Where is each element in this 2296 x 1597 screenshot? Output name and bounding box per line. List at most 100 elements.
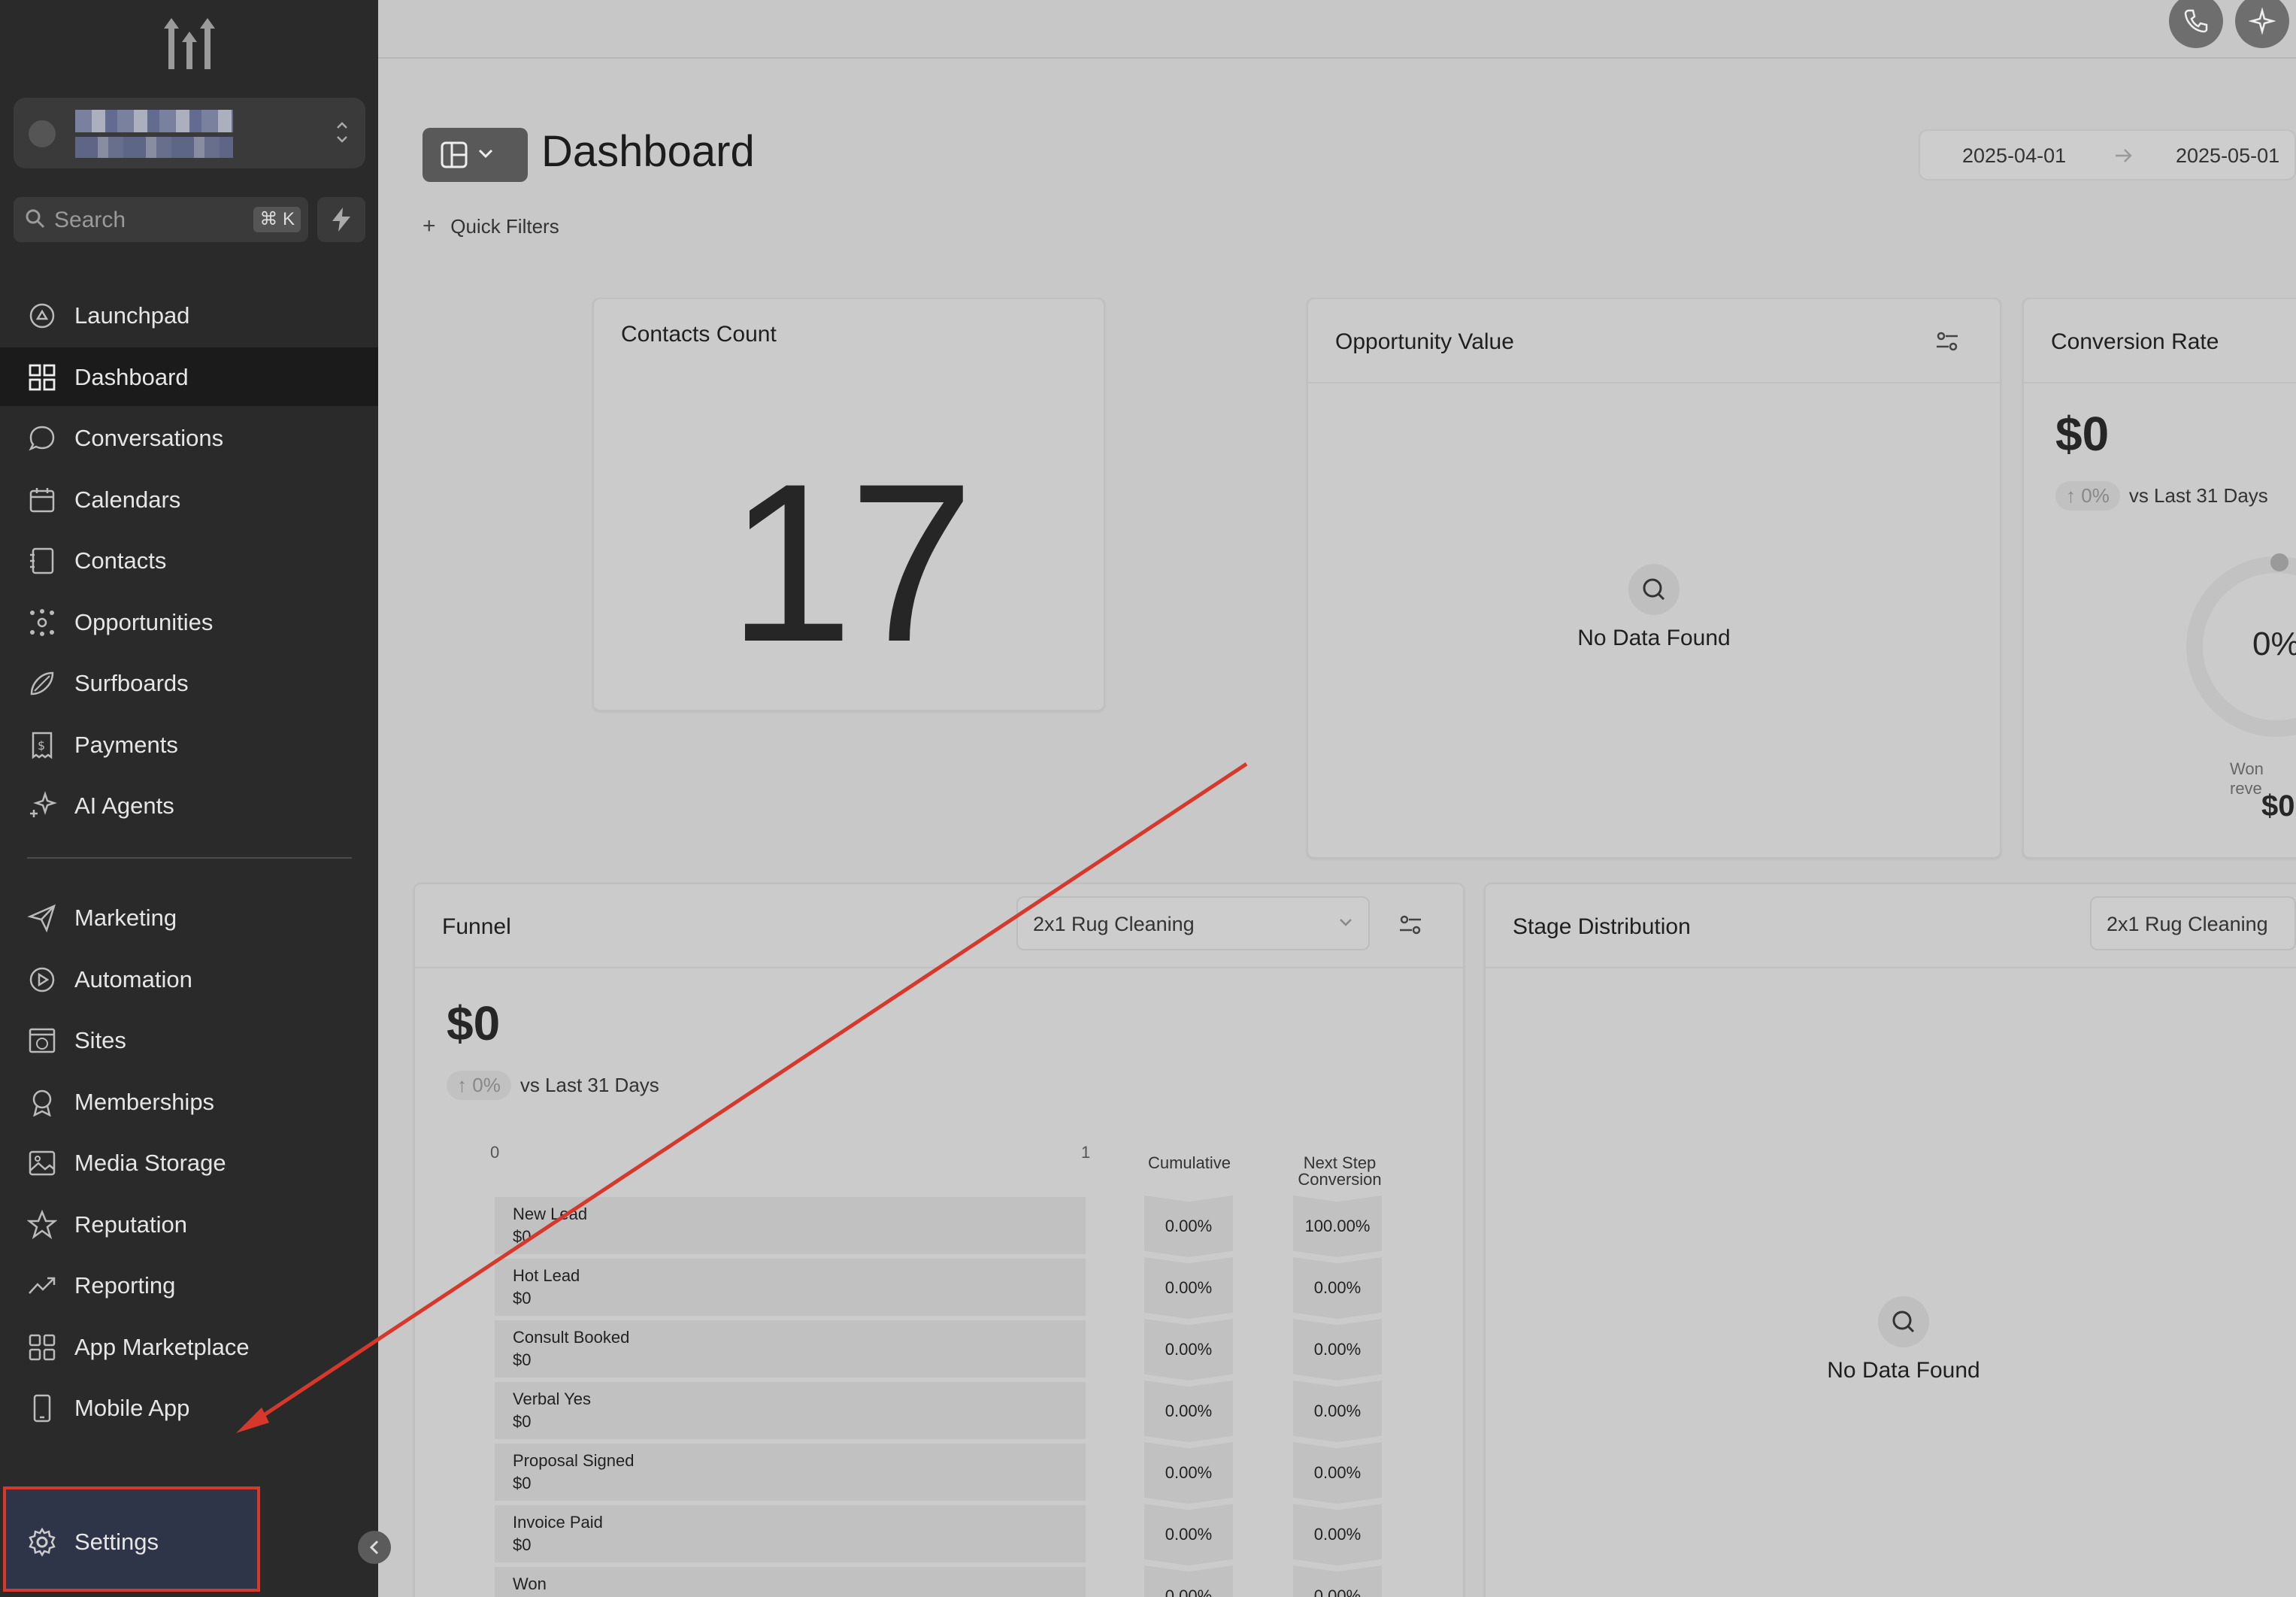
next-step-conversion-cell: 0.00% (1293, 1319, 1382, 1380)
sidebar-item-contacts[interactable]: Contacts (0, 531, 378, 589)
card-header: Opportunity Value (1308, 299, 2000, 383)
sidebar-item-sites[interactable]: Sites (0, 1011, 378, 1069)
account-switcher[interactable] (14, 98, 365, 168)
trend-up-icon (29, 1277, 56, 1294)
empty-state: No Data Found (1308, 564, 2000, 651)
page-title: Dashboard (541, 127, 755, 176)
location-avatar-icon (29, 120, 56, 147)
filter-settings-icon[interactable] (1395, 910, 1425, 940)
sidebar-item-launchpad[interactable]: Launchpad (0, 286, 378, 344)
arrow-right-icon (2116, 149, 2132, 162)
sparkle-icon (30, 791, 57, 817)
quick-filters-button[interactable]: + Quick Filters (423, 214, 559, 239)
stage-name: Won (513, 1574, 547, 1593)
sidebar-item-mobile-app[interactable]: Mobile App (0, 1378, 378, 1437)
search-icon (26, 209, 45, 229)
chat-bubble-icon (29, 426, 55, 451)
automation-play-icon (29, 967, 55, 992)
empty-state-text: No Data Found (1827, 1358, 1980, 1383)
stage-name: Consult Booked (513, 1328, 630, 1347)
quick-action-button[interactable] (317, 197, 365, 242)
search-shortcut-badge: ⌘ K (253, 207, 301, 232)
sidebar-item-label: App Marketplace (74, 1333, 250, 1360)
funnel-stage-row: Won (495, 1567, 1086, 1597)
plus-icon: + (423, 214, 436, 238)
stage-name: Proposal Signed (513, 1451, 635, 1470)
paper-plane-icon (27, 904, 56, 933)
sidebar-item-media-storage[interactable]: Media Storage (0, 1133, 378, 1192)
opportunity-value-card: Opportunity Value No Data Found (1307, 298, 2001, 859)
chevron-left-icon (369, 1540, 379, 1555)
stage-pipeline-select[interactable]: 2x1 Rug Cleaning (2090, 896, 2296, 950)
badge-icon (32, 1089, 52, 1117)
stage-value: $0 (513, 1350, 532, 1369)
sidebar-item-label: Dashboard (74, 363, 189, 390)
sidebar-item-label: Mobile App (74, 1395, 190, 1421)
dashboard-switcher-button[interactable] (423, 128, 528, 182)
star-icon (27, 1209, 57, 1239)
sidebar-item-label: Reputation (74, 1211, 187, 1238)
sidebar-item-dashboard[interactable]: Dashboard (0, 347, 378, 406)
funnel-delta: ↑ 0% vs Last 31 Days (447, 1071, 659, 1100)
gauge-percent: 0% (2252, 626, 2296, 662)
account-name-redacted (75, 110, 233, 132)
sidebar-item-reporting[interactable]: Reporting (0, 1256, 378, 1314)
sidebar-item-reputation[interactable]: Reputation (0, 1195, 378, 1253)
sparkle-icon (2249, 8, 2276, 35)
sidebar-item-label: Settings (74, 1529, 159, 1555)
stage-value: $0 (513, 1474, 532, 1492)
sidebar-item-label: Memberships (74, 1088, 215, 1115)
column-header-next-step: Next Step Conversion (1298, 1153, 1382, 1189)
phone-button[interactable] (2169, 0, 2223, 48)
phone-icon (2184, 9, 2208, 33)
stage-name: Verbal Yes (513, 1389, 591, 1408)
sidebar: Search ⌘ K Launchpad Dashboard Conversatio… (0, 0, 378, 1597)
sidebar-item-app-marketplace[interactable]: App Marketplace (0, 1317, 378, 1376)
empty-state-text: No Data Found (1577, 626, 1731, 650)
sidebar-item-label: Automation (74, 965, 192, 992)
select-value: 2x1 Rug Cleaning (2107, 913, 2268, 935)
card-title: Stage Distribution (1513, 914, 1691, 939)
stage-value: $0 (513, 1227, 532, 1246)
mobile-phone-icon (33, 1394, 51, 1423)
date-end: 2025-05-01 (2176, 144, 2280, 167)
dashboard-icon (29, 364, 56, 390)
sidebar-item-calendars[interactable]: Calendars (0, 470, 378, 529)
sidebar-item-memberships[interactable]: Memberships (0, 1072, 378, 1131)
sidebar-item-ai-agents[interactable]: AI Agents (0, 776, 378, 835)
contacts-book-icon (30, 547, 54, 574)
funnel-pipeline-select[interactable]: 2x1 Rug Cleaning (1016, 896, 1370, 950)
sidebar-item-surfboards[interactable]: Surfboards (0, 653, 378, 712)
sidebar-item-label: Contacts (74, 547, 167, 574)
filter-settings-icon[interactable] (1932, 326, 1962, 356)
stage-name: New Lead (513, 1205, 588, 1223)
sidebar-item-conversations[interactable]: Conversations (0, 408, 378, 467)
sidebar-item-opportunities[interactable]: Opportunities (0, 592, 378, 651)
sidebar-item-payments[interactable]: $ Payments (0, 715, 378, 774)
stage-distribution-card: Stage Distribution No Data Found (1484, 883, 2296, 1597)
funnel-stage-row: Verbal Yes $0 (495, 1382, 1086, 1439)
search-input[interactable]: Search ⌘ K (14, 197, 308, 242)
funnel-axis-max: 1 (1081, 1143, 1091, 1162)
sidebar-item-label: Surfboards (74, 670, 189, 696)
collapse-sidebar-button[interactable] (358, 1531, 391, 1564)
stage-value: $0 (513, 1535, 532, 1554)
select-value: 2x1 Rug Cleaning (1033, 913, 1195, 935)
calendar-icon (29, 487, 55, 512)
cumulative-cell: 0.00% (1144, 1257, 1233, 1319)
sidebar-item-automation[interactable]: Automation (0, 950, 378, 1008)
sidebar-item-label: AI Agents (74, 792, 174, 819)
search-placeholder: Search (54, 208, 126, 232)
brand-logo[interactable] (158, 17, 221, 69)
ai-assist-button[interactable] (2235, 0, 2289, 48)
svg-text:$: $ (38, 738, 45, 753)
next-step-conversion-cell: 0.00% (1293, 1504, 1382, 1565)
layout-panel-icon (441, 141, 493, 168)
column-header-cumulative: Cumulative (1147, 1153, 1231, 1172)
sidebar-item-settings[interactable]: Settings (0, 1512, 378, 1571)
date-range-picker[interactable]: 2025-04-01 2025-05-01 (1919, 129, 2296, 180)
funnel-value: $0 (447, 996, 501, 1050)
receipt-dollar-icon: $ (32, 732, 53, 759)
cumulative-cell: 0.00% (1144, 1442, 1233, 1504)
sidebar-item-marketing[interactable]: Marketing (0, 888, 378, 947)
